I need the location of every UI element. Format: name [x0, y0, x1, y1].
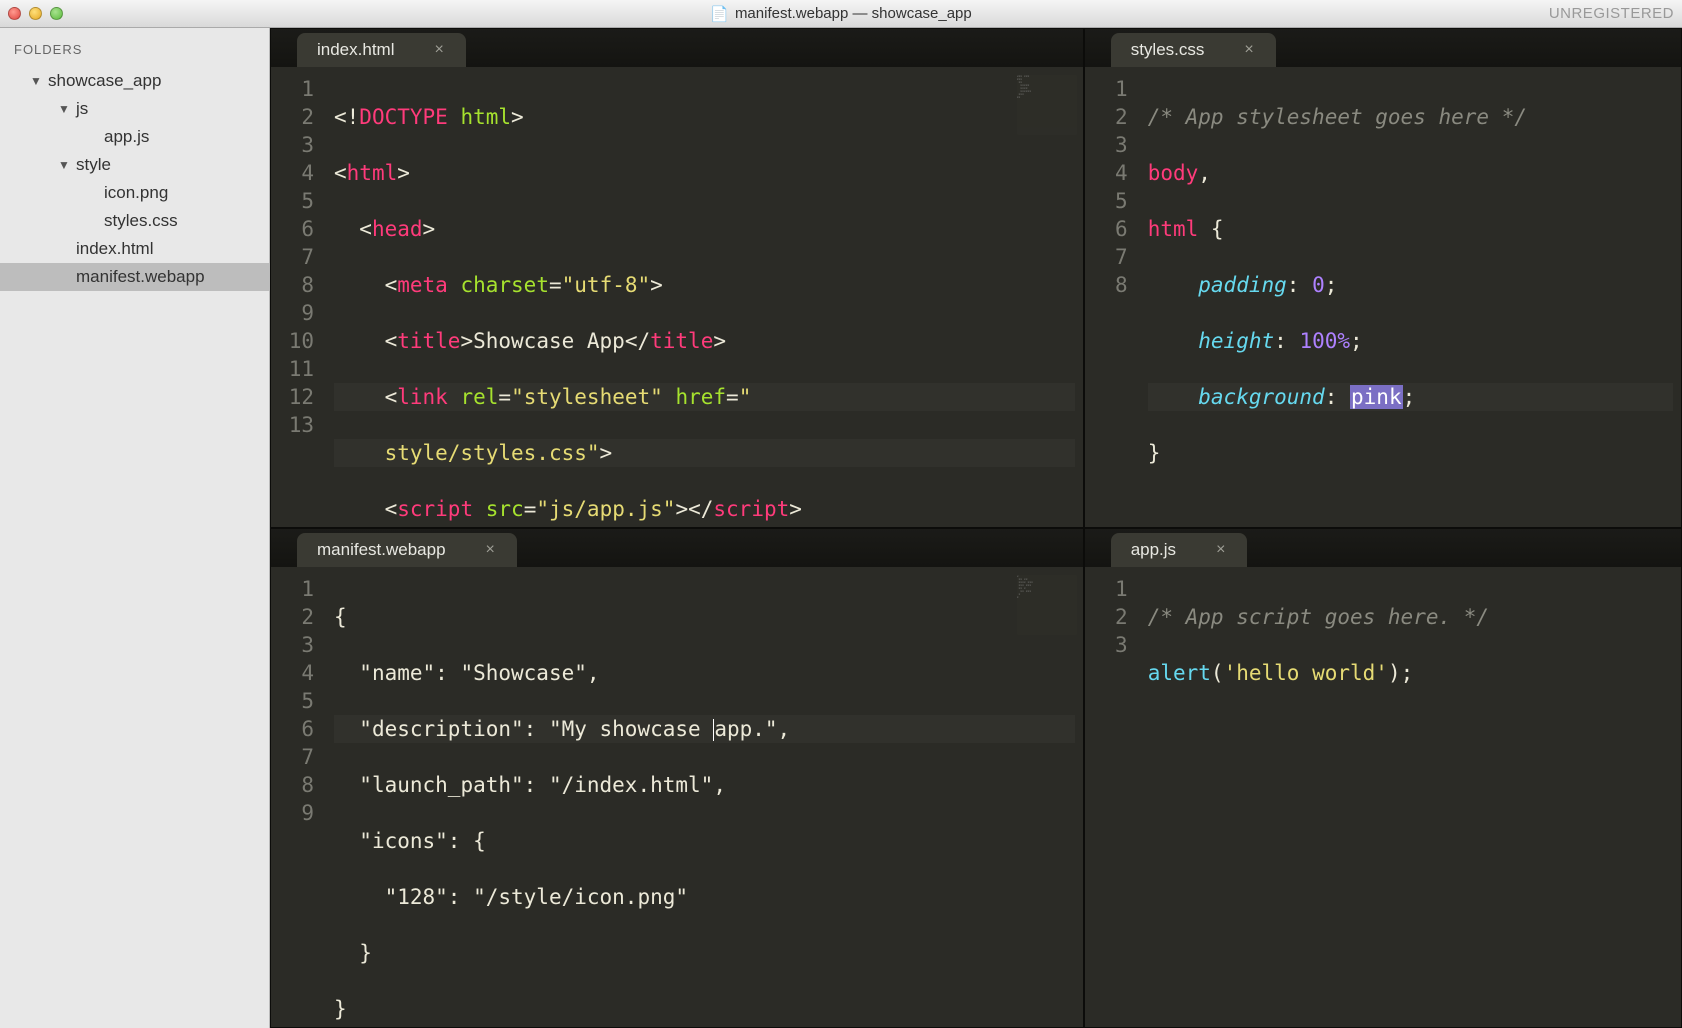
- json-val: Showcase: [473, 661, 574, 685]
- sidebar-item-style[interactable]: ▼ style: [0, 151, 269, 179]
- json-key: name: [372, 661, 423, 685]
- minimap[interactable]: xxx xxxxxx xx xxxxx xxxx xxxxxx xxxxx: [1017, 75, 1077, 135]
- disclosure-triangle-icon[interactable]: ▼: [28, 74, 44, 88]
- editor-panes: index.html × 12345678910111213 <!DOCTYPE…: [270, 28, 1682, 1028]
- sidebar-item-label: manifest.webapp: [76, 267, 205, 287]
- css-comment: /* App stylesheet goes here */: [1148, 105, 1527, 129]
- sidebar-header: FOLDERS: [0, 36, 269, 67]
- json-key: icons: [372, 829, 435, 853]
- gutter: 123456789: [271, 567, 326, 1027]
- gutter: 12345678: [1085, 67, 1140, 527]
- sidebar-item-label: showcase_app: [48, 71, 161, 91]
- zoom-window-button[interactable]: [50, 7, 63, 20]
- tab-label: app.js: [1131, 540, 1176, 560]
- document-icon: 📄: [710, 5, 729, 23]
- gutter: 123: [1085, 567, 1140, 1027]
- tab-label: styles.css: [1131, 40, 1205, 60]
- css-prop: height: [1198, 329, 1274, 353]
- tabbar[interactable]: manifest.webapp ×: [271, 529, 1083, 567]
- unregistered-label: UNREGISTERED: [1549, 5, 1674, 22]
- css-val: 0: [1312, 273, 1325, 297]
- tabbar[interactable]: index.html ×: [271, 29, 1083, 67]
- js-func: alert: [1148, 661, 1211, 685]
- json-val: /index.html: [562, 773, 701, 797]
- css-val: 100%: [1299, 329, 1350, 353]
- code-area[interactable]: 123456789 { "name": "Showcase", "descrip…: [271, 567, 1083, 1027]
- tab-manifest-webapp[interactable]: manifest.webapp ×: [297, 533, 517, 567]
- window-title: manifest.webapp — showcase_app: [735, 5, 972, 22]
- src-value: js/app.js: [549, 497, 663, 521]
- json-key: description: [372, 717, 511, 741]
- sidebar-item-js[interactable]: ▼ js: [0, 95, 269, 123]
- sidebar-item-app-js[interactable]: app.js: [0, 123, 269, 151]
- sidebar-item-label: js: [76, 99, 88, 119]
- json-key: 128: [397, 885, 435, 909]
- close-icon[interactable]: ×: [486, 541, 495, 559]
- css-prop: padding: [1198, 273, 1287, 297]
- gutter: 12345678910111213: [271, 67, 326, 527]
- close-icon[interactable]: ×: [1216, 541, 1225, 559]
- code-area[interactable]: 123 /* App script goes here. */ alert('h…: [1085, 567, 1681, 1027]
- css-selector: html: [1148, 217, 1199, 241]
- tab-label: index.html: [317, 40, 394, 60]
- json-val: /style/icon.png: [486, 885, 676, 909]
- tabbar[interactable]: app.js ×: [1085, 529, 1681, 567]
- sidebar-item-label: app.js: [104, 127, 149, 147]
- sidebar-item-label: index.html: [76, 239, 153, 259]
- minimap[interactable]: x xx xx xxxx xxx xxx xxx xx x xx xxx xx: [1017, 575, 1077, 635]
- css-prop: background: [1198, 385, 1324, 409]
- pane-index-html: index.html × 12345678910111213 <!DOCTYPE…: [270, 28, 1084, 528]
- tabbar[interactable]: styles.css ×: [1085, 29, 1681, 67]
- json-key: launch_path: [372, 773, 511, 797]
- js-comment: /* App script goes here. */: [1148, 605, 1489, 629]
- rel-value: stylesheet: [524, 385, 650, 409]
- sidebar-item-icon-png[interactable]: icon.png: [0, 179, 269, 207]
- css-selector: body: [1148, 161, 1199, 185]
- sidebar[interactable]: FOLDERS ▼ showcase_app ▼ js app.js ▼ style icon…: [0, 28, 270, 1028]
- close-icon[interactable]: ×: [1244, 41, 1253, 59]
- js-string: hello world: [1236, 661, 1375, 685]
- close-window-button[interactable]: [8, 7, 21, 20]
- tab-index-html[interactable]: index.html ×: [297, 33, 466, 67]
- text-cursor: [713, 719, 714, 741]
- disclosure-triangle-icon[interactable]: ▼: [56, 102, 72, 116]
- close-icon[interactable]: ×: [434, 41, 443, 59]
- tab-styles-css[interactable]: styles.css ×: [1111, 33, 1276, 67]
- pane-app-js: app.js × 123 /* App script goes here. */…: [1084, 528, 1682, 1028]
- sidebar-item-label: styles.css: [104, 211, 178, 231]
- sidebar-item-index-html[interactable]: index.html: [0, 235, 269, 263]
- pane-styles-css: styles.css × 12345678 /* App stylesheet …: [1084, 28, 1682, 528]
- title-text: Showcase App: [473, 329, 625, 353]
- href-value: style/styles.css: [385, 441, 587, 465]
- disclosure-triangle-icon[interactable]: ▼: [56, 158, 72, 172]
- selected-text: pink: [1350, 385, 1403, 409]
- pane-manifest-webapp: manifest.webapp × 123456789 { "name": "S…: [270, 528, 1084, 1028]
- code-area[interactable]: 12345678910111213 <!DOCTYPE html> <html>…: [271, 67, 1083, 527]
- tab-app-js[interactable]: app.js ×: [1111, 533, 1248, 567]
- window-titlebar: 📄 manifest.webapp — showcase_app UNREGIS…: [0, 0, 1682, 28]
- sidebar-item-manifest-webapp[interactable]: manifest.webapp: [0, 263, 269, 291]
- sidebar-item-label: icon.png: [104, 183, 168, 203]
- sidebar-item-styles-css[interactable]: styles.css: [0, 207, 269, 235]
- code-area[interactable]: 12345678 /* App stylesheet goes here */ …: [1085, 67, 1681, 527]
- tab-label: manifest.webapp: [317, 540, 446, 560]
- sidebar-item-showcase-app[interactable]: ▼ showcase_app: [0, 67, 269, 95]
- sidebar-item-label: style: [76, 155, 111, 175]
- traffic-lights: [8, 7, 63, 20]
- minimize-window-button[interactable]: [29, 7, 42, 20]
